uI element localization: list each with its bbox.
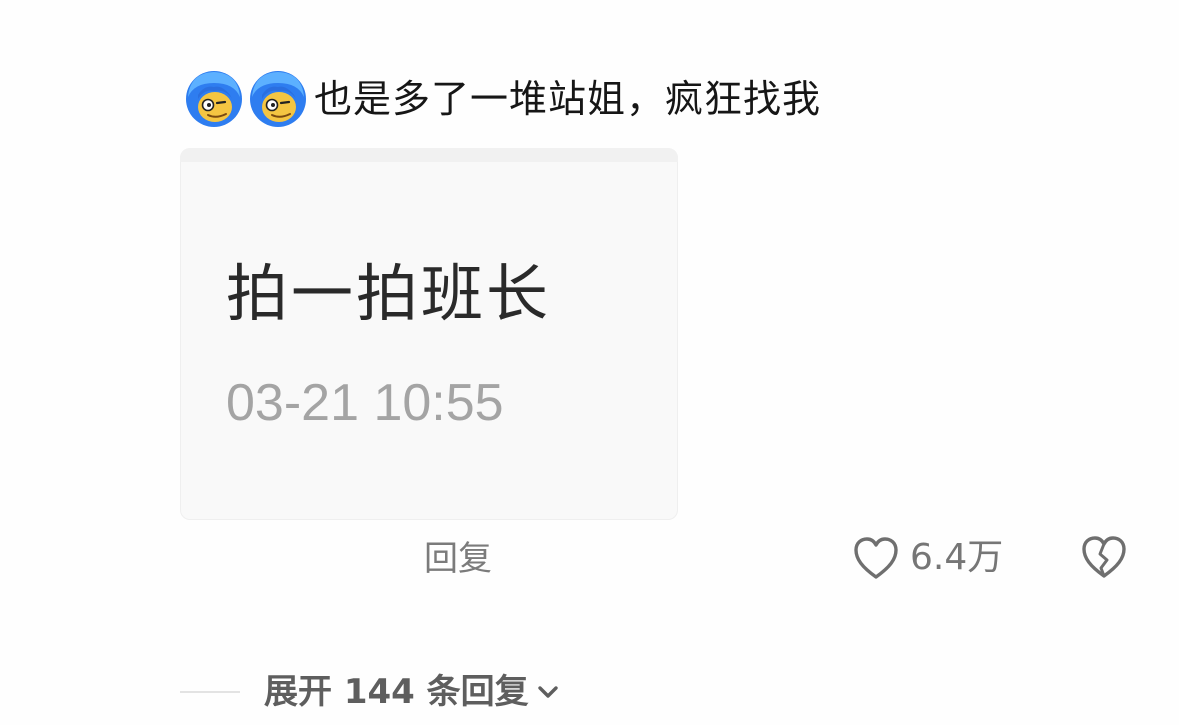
expand-replies-label: 展开 144 条回复	[264, 672, 529, 712]
divider-line	[180, 691, 240, 693]
expand-replies-button[interactable]: 展开 144 条回复	[264, 668, 561, 716]
comment-text: 也是多了一堆站姐，疯狂找我	[314, 77, 822, 121]
blue-hair-emoji-icon	[250, 71, 306, 127]
comment-view: 也是多了一堆站姐，疯狂找我 拍一拍班长 03-21 10:55 回复 6.4万 …	[0, 0, 1179, 725]
heart-outline-icon	[854, 537, 898, 579]
broken-heart-icon[interactable]	[1080, 534, 1128, 580]
blue-hair-emoji-icon	[186, 71, 242, 127]
expand-replies-row: 展开 144 条回复	[180, 668, 561, 716]
chevron-down-icon	[537, 686, 558, 698]
comment-text-row: 也是多了一堆站姐，疯狂找我	[184, 68, 821, 130]
like-button[interactable]: 6.4万	[852, 532, 1003, 584]
image-title-text: 拍一拍班长	[226, 257, 552, 330]
image-timestamp: 03-21 10:55	[226, 374, 504, 432]
comment-image[interactable]: 拍一拍班长 03-21 10:55	[180, 148, 678, 520]
reply-button[interactable]: 回复	[424, 536, 492, 582]
like-count: 6.4万	[910, 537, 1004, 578]
